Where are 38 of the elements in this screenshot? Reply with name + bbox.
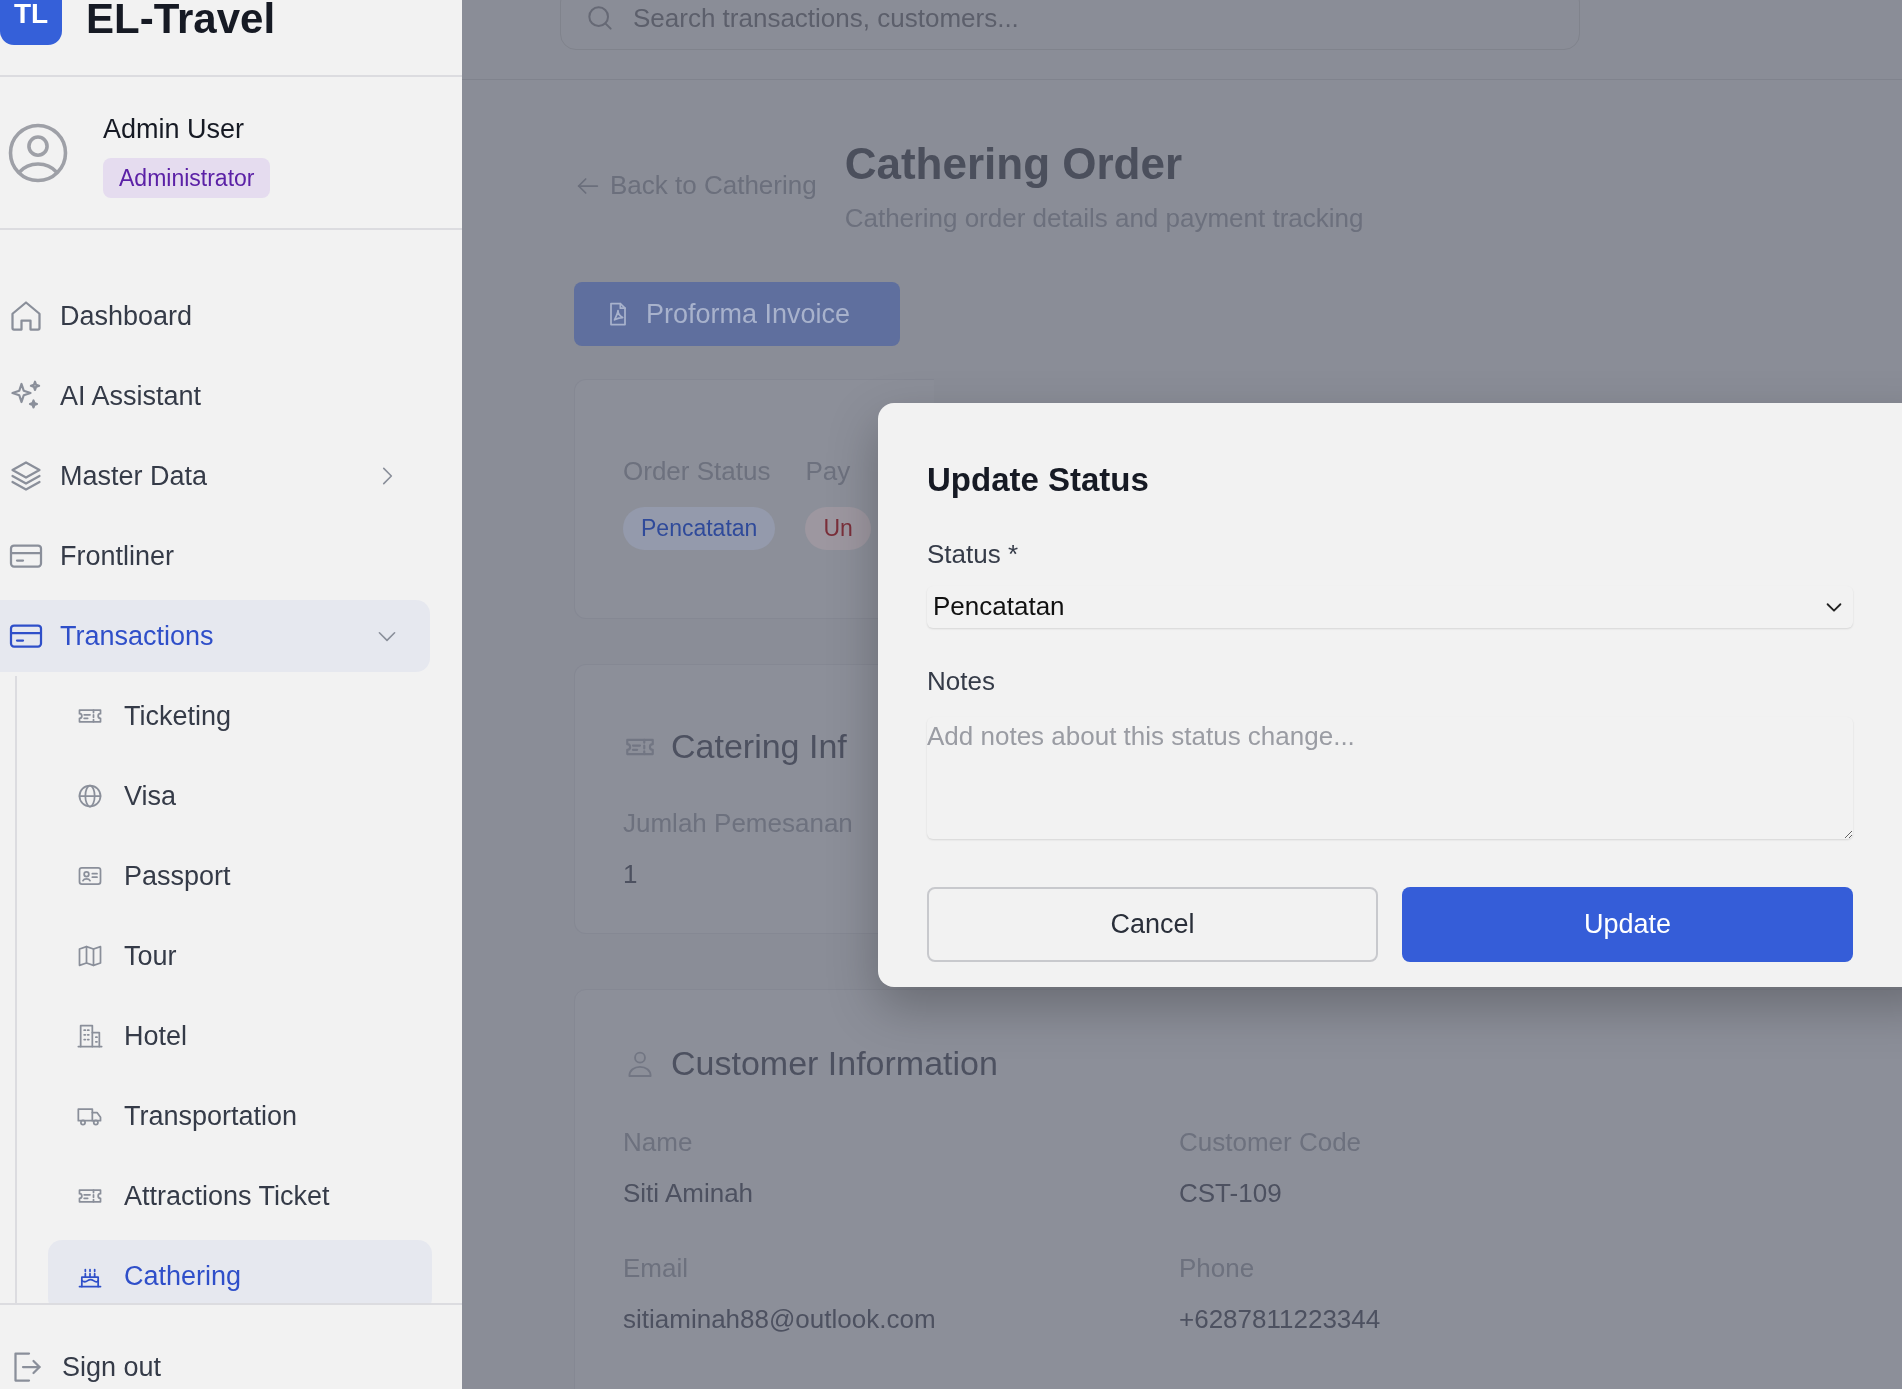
nav-subitem[interactable]: Cathering	[48, 1240, 432, 1303]
field-value: +6287811223344	[1179, 1303, 1382, 1336]
cancel-button[interactable]: Cancel	[927, 886, 1378, 962]
role-badge: Administrator	[103, 157, 271, 198]
user-name: Admin User	[103, 113, 245, 146]
nav-item[interactable]: AI Assistant	[0, 360, 430, 432]
page-title: Cathering Order	[844, 138, 1184, 190]
nav-subitem[interactable]: Transportation	[48, 1080, 432, 1152]
field-value: CST-109	[1179, 1177, 1283, 1210]
nav-item[interactable]: Master Data	[0, 440, 430, 512]
globe-icon	[76, 782, 104, 810]
nav-subitem[interactable]: Attractions Ticket	[48, 1160, 432, 1232]
building-icon	[76, 1022, 104, 1050]
nav-subitem[interactable]: Hotel	[48, 1000, 432, 1072]
field-label: Notes	[927, 664, 996, 698]
nav-item[interactable]: Transactions	[0, 600, 430, 672]
nav-item[interactable]: Dashboard	[0, 280, 430, 352]
nav-subitem[interactable]: Passport	[48, 840, 432, 912]
status-select[interactable]: Pencatatan	[927, 585, 1853, 628]
nav-subitem[interactable]: Tour	[48, 920, 432, 992]
update-button[interactable]: Update	[1402, 886, 1853, 962]
nav-subitem[interactable]: Ticketing	[48, 680, 432, 752]
brand-name: EL-Travel	[86, 0, 276, 40]
notes-textarea[interactable]: Add notes about this status change...	[927, 716, 1853, 839]
nav-subitem[interactable]: Visa	[48, 760, 432, 832]
house-icon	[8, 298, 44, 334]
field-value: sitiaminah88@outlook.com	[623, 1303, 937, 1336]
field-label: Status *	[927, 537, 1020, 571]
field-value: 1	[623, 858, 639, 891]
sign-out-button[interactable]: Sign out	[0, 1346, 162, 1387]
field-value: Siti Aminah	[623, 1177, 755, 1210]
dialog-title: Update Status	[927, 460, 1150, 500]
logo-badge: TL	[0, 0, 62, 45]
status-badge: Pencatatan	[623, 507, 776, 550]
nav-item[interactable]: Frontliner	[0, 520, 430, 592]
card-title: Customer Information	[671, 1043, 998, 1084]
status-badge: Un	[805, 507, 871, 550]
card-title: Catering Inf	[671, 726, 847, 767]
